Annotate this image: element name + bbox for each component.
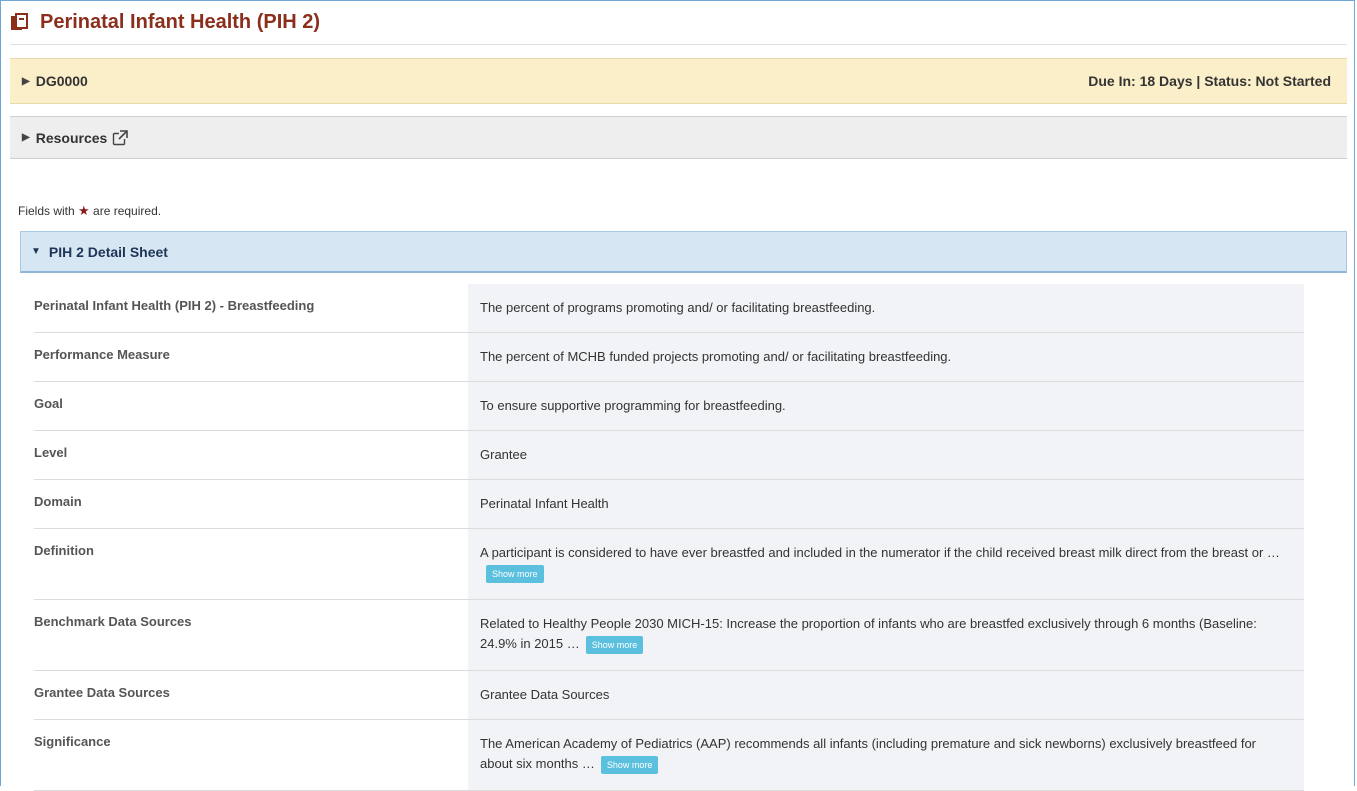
table-row: Significance The American Academy of Pedi… — [34, 719, 1304, 791]
table-row: Perinatal Infant Health (PIH 2) - Breast… — [34, 284, 1304, 333]
required-note-suffix: are required. — [93, 204, 162, 218]
page-header: Perinatal Infant Health (PIH 2) — [10, 0, 1347, 45]
row-value-text: The percent of MCHB funded projects prom… — [480, 349, 952, 364]
row-label: Perinatal Infant Health (PIH 2) - Breast… — [34, 284, 468, 333]
row-value: The percent of programs promoting and/ o… — [468, 284, 1304, 333]
row-label: Significance — [34, 719, 468, 791]
table-row: Grantee Data Sources Grantee Data Sources — [34, 670, 1304, 720]
table-row: Goal To ensure supportive programming for… — [34, 381, 1304, 431]
row-value: A participant is considered to have ever… — [468, 528, 1304, 600]
required-fields-note: Fields with ★ are required. — [18, 203, 161, 219]
required-note-prefix: Fields with — [18, 204, 75, 218]
show-more-button[interactable]: Show more — [585, 635, 644, 654]
row-value-text: Grantee — [480, 447, 527, 462]
row-value: To ensure supportive programming for bre… — [468, 381, 1304, 431]
row-label: Performance Measure — [34, 332, 468, 382]
row-value-text: To ensure supportive programming for bre… — [480, 398, 786, 413]
row-value: The percent of MCHB funded projects prom… — [468, 332, 1304, 382]
required-star-icon: ★ — [78, 203, 90, 218]
row-label: Goal — [34, 381, 468, 431]
dg-toggle-bar[interactable]: ▶ DG0000 Due In: 18 Days | Status: Not S… — [10, 58, 1347, 104]
row-value: Perinatal Infant Health — [468, 479, 1304, 529]
row-label: Grantee Data Sources — [34, 670, 468, 720]
resources-label: Resources — [35, 129, 108, 146]
row-value-text: The percent of programs promoting and/ o… — [480, 300, 876, 315]
row-value: Grantee — [468, 430, 1304, 480]
detail-sheet-toggle[interactable]: ▼ PIH 2 Detail Sheet — [20, 231, 1347, 273]
page-title: Perinatal Infant Health (PIH 2) — [40, 10, 321, 33]
table-row: Performance Measure The percent of MCHB f… — [34, 332, 1304, 382]
due-status-text: Due In: 18 Days | Status: Not Started — [1088, 73, 1331, 89]
row-value-text: Perinatal Infant Health — [480, 496, 609, 511]
caret-down-icon: ▼ — [31, 246, 41, 257]
row-label: Level — [34, 430, 468, 480]
show-more-button[interactable]: Show more — [600, 755, 659, 774]
document-icon — [11, 13, 28, 30]
caret-right-icon: ▶ — [22, 132, 30, 143]
table-row: Benchmark Data Sources Related to Healthy… — [34, 599, 1304, 671]
caret-right-icon: ▶ — [22, 75, 30, 87]
section-title: PIH 2 Detail Sheet — [48, 243, 168, 260]
dg-label: DG0000 — [35, 73, 88, 89]
row-value-text: The American Academy of Pediatrics (AAP)… — [480, 736, 1257, 771]
row-value: The American Academy of Pediatrics (AAP)… — [468, 719, 1304, 791]
external-link-icon[interactable] — [112, 129, 129, 146]
show-more-button[interactable]: Show more — [486, 564, 544, 583]
row-label: Definition — [34, 528, 468, 600]
row-value-text: A participant is considered to have ever… — [480, 545, 1280, 560]
row-value-text: Grantee Data Sources — [480, 687, 610, 702]
row-value: Related to Healthy People 2030 MICH-15: … — [468, 599, 1304, 671]
detail-table: Perinatal Infant Health (PIH 2) - Breast… — [34, 284, 1304, 791]
row-value: Grantee Data Sources — [468, 670, 1304, 720]
table-row: Level Grantee — [34, 430, 1304, 480]
resources-toggle-bar[interactable]: ▶ Resources — [10, 116, 1347, 159]
row-label: Benchmark Data Sources — [34, 599, 468, 671]
table-row: Definition A participant is considered to… — [34, 528, 1304, 600]
table-row: Domain Perinatal Infant Health — [34, 479, 1304, 529]
row-label: Domain — [34, 479, 468, 529]
